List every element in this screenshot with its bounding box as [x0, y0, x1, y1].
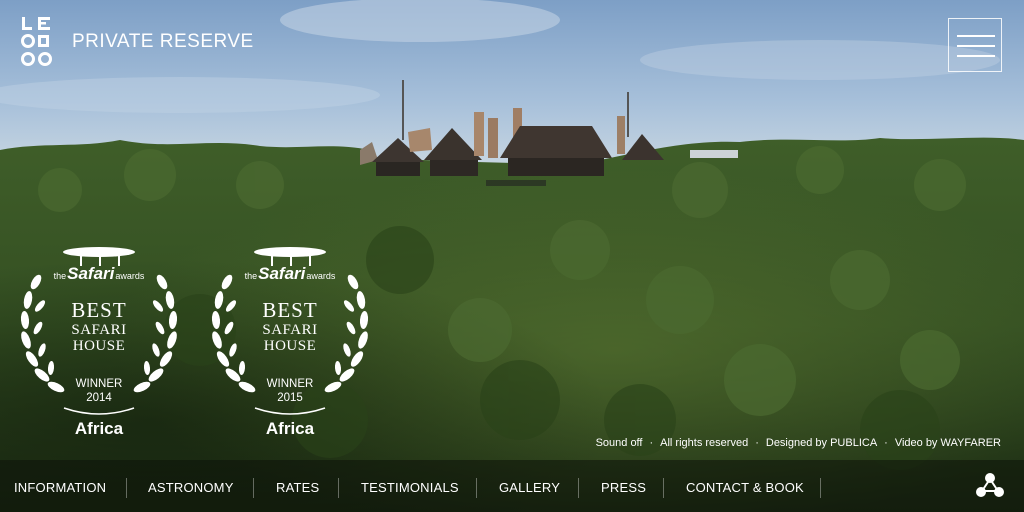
menu-button[interactable]: [948, 18, 1002, 72]
designed-by-link[interactable]: Designed by PUBLICA: [766, 437, 877, 449]
nav-divider: [253, 478, 254, 498]
award-brand-pre: the: [53, 271, 67, 281]
award-title: BEST: [262, 298, 318, 322]
nav-divider: [476, 478, 477, 498]
brand-name: PRIVATE RESERVE: [72, 31, 254, 52]
nav-divider: [663, 478, 664, 498]
award-brand: theSafariawards: [205, 264, 375, 284]
nav-item-contact-book[interactable]: CONTACT & BOOK: [686, 480, 804, 495]
nav-item-rates[interactable]: RATES: [276, 480, 319, 495]
footer-separator: ·: [649, 437, 654, 449]
nav-item-press[interactable]: PRESS: [601, 480, 646, 495]
nav-divider: [820, 478, 821, 498]
nav-item-information[interactable]: INFORMATION: [14, 480, 106, 495]
share-button[interactable]: [976, 471, 1004, 499]
award-line2: SAFARI: [71, 322, 127, 338]
nav-divider: [578, 478, 579, 498]
award-winner: WINNER: [75, 378, 123, 390]
hamburger-icon-line: [957, 55, 995, 57]
award-brand-pre: the: [244, 271, 258, 281]
bottom-nav: INFORMATION ASTRONOMY RATES TESTIMONIALS…: [0, 460, 1024, 512]
award-line3: HOUSE: [263, 338, 317, 354]
footer-separator: ·: [884, 437, 888, 449]
award-brand-post: awards: [115, 271, 145, 281]
sound-toggle-link[interactable]: Sound off: [596, 437, 643, 449]
hamburger-icon-line: [957, 45, 995, 47]
leobo-logo[interactable]: [20, 17, 56, 67]
nav-item-astronomy[interactable]: ASTRONOMY: [148, 480, 234, 495]
nav-item-gallery[interactable]: GALLERY: [499, 480, 560, 495]
award-badge-2015: theSafariawards BEST SAFARI HOUSE WINNER…: [205, 246, 375, 442]
award-line2: SAFARI: [262, 322, 318, 338]
award-title: BEST: [71, 298, 127, 322]
footer-separator: ·: [755, 437, 759, 449]
nav-divider: [126, 478, 127, 498]
award-year: 2014: [86, 392, 112, 404]
hamburger-icon: [957, 35, 995, 37]
award-brand-main: Safari: [67, 264, 115, 283]
award-year: 2015: [277, 392, 303, 404]
share-network-icon: [976, 473, 1004, 497]
nav-item-testimonials[interactable]: TESTIMONIALS: [361, 480, 459, 495]
award-brand: theSafariawards: [14, 264, 184, 284]
award-region: Africa: [74, 419, 124, 438]
award-line3: HOUSE: [72, 338, 126, 354]
logo-mark-icon: [21, 17, 52, 66]
video-by-link[interactable]: Video by WAYFARER: [895, 437, 1001, 449]
award-badge-2014: theSafariawards BEST SAFARI HOUSE WINNER…: [14, 246, 184, 442]
award-brand-main: Safari: [258, 264, 306, 283]
footer-credits: Sound off · All rights reserved · Designed b…: [593, 437, 1004, 449]
award-brand-post: awards: [306, 271, 336, 281]
award-winner: WINNER: [266, 378, 314, 390]
award-region: Africa: [265, 419, 315, 438]
rights-text: All rights reserved: [660, 437, 749, 449]
nav-divider: [338, 478, 339, 498]
